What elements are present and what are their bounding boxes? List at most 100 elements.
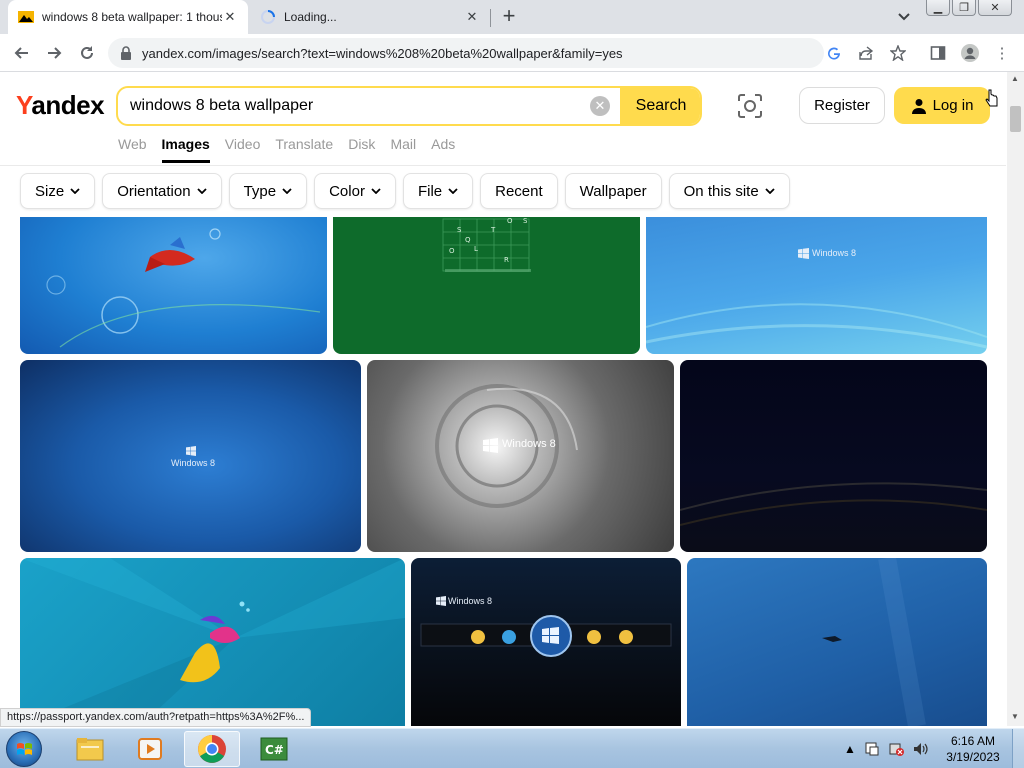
google-lens-icon[interactable] bbox=[824, 43, 844, 63]
filter-recent[interactable]: Recent bbox=[480, 173, 558, 209]
filter-size[interactable]: Size bbox=[20, 173, 96, 209]
scroll-down-icon[interactable]: ▼ bbox=[1011, 712, 1019, 721]
start-button[interactable] bbox=[6, 731, 42, 767]
start-menu-art bbox=[420, 615, 672, 657]
windows-logo-icon bbox=[436, 596, 446, 606]
tab-title: Loading... bbox=[284, 10, 337, 24]
share-icon[interactable] bbox=[856, 43, 876, 63]
register-button[interactable]: Register bbox=[799, 87, 885, 124]
clock-date: 3/19/2023 bbox=[946, 750, 1000, 764]
filter-orientation[interactable]: Orientation bbox=[102, 173, 222, 209]
page-scrollbar[interactable]: ▲ ▼ bbox=[1007, 72, 1024, 726]
windows-logo-icon bbox=[798, 248, 809, 259]
filter-label: Recent bbox=[495, 182, 543, 200]
result-image[interactable]: Windows 8 bbox=[20, 360, 361, 552]
windows-logo-icon bbox=[186, 446, 196, 456]
windows-taskbar: C# ▲ 6:16 AM 3/19/2023 bbox=[0, 728, 1024, 768]
taskbar-csharp-app[interactable]: C# bbox=[246, 731, 302, 767]
camera-search-icon[interactable] bbox=[736, 92, 764, 120]
filter-label: Type bbox=[243, 182, 277, 200]
filter-label: File bbox=[417, 182, 443, 200]
service-tab-images[interactable]: Images bbox=[161, 136, 210, 163]
search-input[interactable]: windows 8 beta wallpaper bbox=[130, 97, 313, 115]
minimize-button[interactable]: ▁ bbox=[926, 0, 950, 16]
swirl-decoration bbox=[435, 384, 578, 508]
bookmark-star-icon[interactable] bbox=[888, 43, 908, 63]
url-text[interactable]: yandex.com/images/search?text=windows%20… bbox=[142, 46, 623, 61]
lock-icon[interactable] bbox=[120, 46, 132, 60]
filter-bar: Size Orientation Type Color File Recent … bbox=[20, 173, 790, 209]
dark-wave-decoration bbox=[680, 482, 987, 526]
action-center-icon[interactable] bbox=[864, 741, 880, 757]
tab-separator bbox=[490, 9, 491, 27]
header-divider bbox=[0, 165, 1006, 166]
mouse-cursor-icon bbox=[985, 89, 998, 107]
colorful-fish-wallpaper-art bbox=[20, 558, 405, 726]
result-image[interactable] bbox=[680, 360, 987, 552]
service-tab-ads[interactable]: Ads bbox=[431, 136, 455, 163]
filter-type[interactable]: Type bbox=[228, 173, 308, 209]
taskbar-clock[interactable]: 6:16 AM 3/19/2023 bbox=[940, 733, 1006, 765]
side-panel-icon[interactable] bbox=[928, 43, 948, 63]
tab-yandex-images[interactable]: windows 8 beta wallpaper: 1 thousand ✕ bbox=[8, 0, 248, 34]
result-image[interactable]: O S S T Q O L R bbox=[333, 217, 640, 354]
network-error-icon[interactable] bbox=[888, 741, 904, 757]
yandex-logo[interactable]: Yandex bbox=[16, 90, 105, 121]
svg-text:O: O bbox=[449, 247, 455, 255]
restore-button[interactable]: ❐ bbox=[952, 0, 976, 16]
windows-logo-icon bbox=[483, 438, 498, 453]
filter-label: Color bbox=[329, 182, 365, 200]
service-tab-mail[interactable]: Mail bbox=[390, 136, 416, 163]
profile-avatar-icon[interactable] bbox=[960, 43, 980, 63]
loading-spinner-icon bbox=[261, 10, 275, 24]
filter-color[interactable]: Color bbox=[314, 173, 396, 209]
service-tabs: Web Images Video Translate Disk Mail Ads bbox=[118, 136, 455, 163]
scrollbar-thumb[interactable] bbox=[1010, 106, 1021, 132]
new-tab-button[interactable]: + bbox=[498, 5, 520, 28]
tab-search-chevron-icon[interactable] bbox=[894, 8, 914, 26]
scroll-up-icon[interactable]: ▲ bbox=[1011, 74, 1019, 83]
result-image[interactable]: Windows 8 bbox=[411, 558, 681, 726]
result-image[interactable] bbox=[20, 217, 327, 354]
result-image[interactable]: Windows 8 bbox=[646, 217, 987, 354]
reload-button[interactable] bbox=[75, 41, 99, 65]
filter-label: Size bbox=[35, 182, 65, 200]
filter-file[interactable]: File bbox=[402, 173, 474, 209]
service-tab-disk[interactable]: Disk bbox=[348, 136, 375, 163]
close-tab-icon[interactable]: ✕ bbox=[222, 9, 238, 25]
close-tab-icon[interactable]: ✕ bbox=[464, 9, 480, 25]
back-arrow-icon bbox=[14, 47, 28, 59]
image-favicon-icon bbox=[18, 11, 34, 23]
taskbar-explorer[interactable] bbox=[62, 731, 118, 767]
window-controls: ▁ ❐ ✕ bbox=[926, 0, 1012, 16]
wallpaper-caption: Windows 8 bbox=[448, 596, 493, 606]
taskbar-chrome[interactable] bbox=[184, 731, 240, 767]
back-button[interactable] bbox=[10, 41, 34, 65]
filter-wallpaper[interactable]: Wallpaper bbox=[564, 173, 662, 209]
svg-text:S: S bbox=[523, 217, 528, 225]
browser-menu-icon[interactable]: ⋮ bbox=[992, 43, 1012, 63]
svg-text:Q: Q bbox=[465, 236, 471, 244]
tab-loading[interactable]: Loading... ✕ bbox=[250, 0, 490, 34]
service-tab-web[interactable]: Web bbox=[118, 136, 147, 163]
result-image[interactable] bbox=[20, 558, 405, 726]
address-bar[interactable]: yandex.com/images/search?text=windows%20… bbox=[108, 38, 824, 68]
svg-text:S: S bbox=[457, 226, 462, 234]
show-desktop-button[interactable] bbox=[1012, 729, 1024, 768]
service-tab-video[interactable]: Video bbox=[225, 136, 261, 163]
result-image[interactable] bbox=[687, 558, 987, 726]
svg-text:C#: C# bbox=[265, 743, 284, 757]
close-window-button[interactable]: ✕ bbox=[978, 0, 1012, 16]
logo-rest: andex bbox=[31, 90, 105, 120]
search-button[interactable]: Search bbox=[620, 88, 700, 124]
login-button[interactable]: Log in bbox=[894, 87, 990, 124]
volume-icon[interactable] bbox=[912, 741, 928, 757]
forward-button[interactable] bbox=[42, 41, 66, 65]
clear-search-icon[interactable]: ✕ bbox=[590, 96, 610, 116]
result-image[interactable]: Windows 8 bbox=[367, 360, 674, 552]
taskbar-media-player[interactable] bbox=[122, 731, 178, 767]
show-hidden-icons-icon[interactable]: ▲ bbox=[844, 742, 856, 756]
filter-label: On this site bbox=[683, 182, 759, 200]
service-tab-translate[interactable]: Translate bbox=[275, 136, 333, 163]
filter-on-this-site[interactable]: On this site bbox=[668, 173, 790, 209]
